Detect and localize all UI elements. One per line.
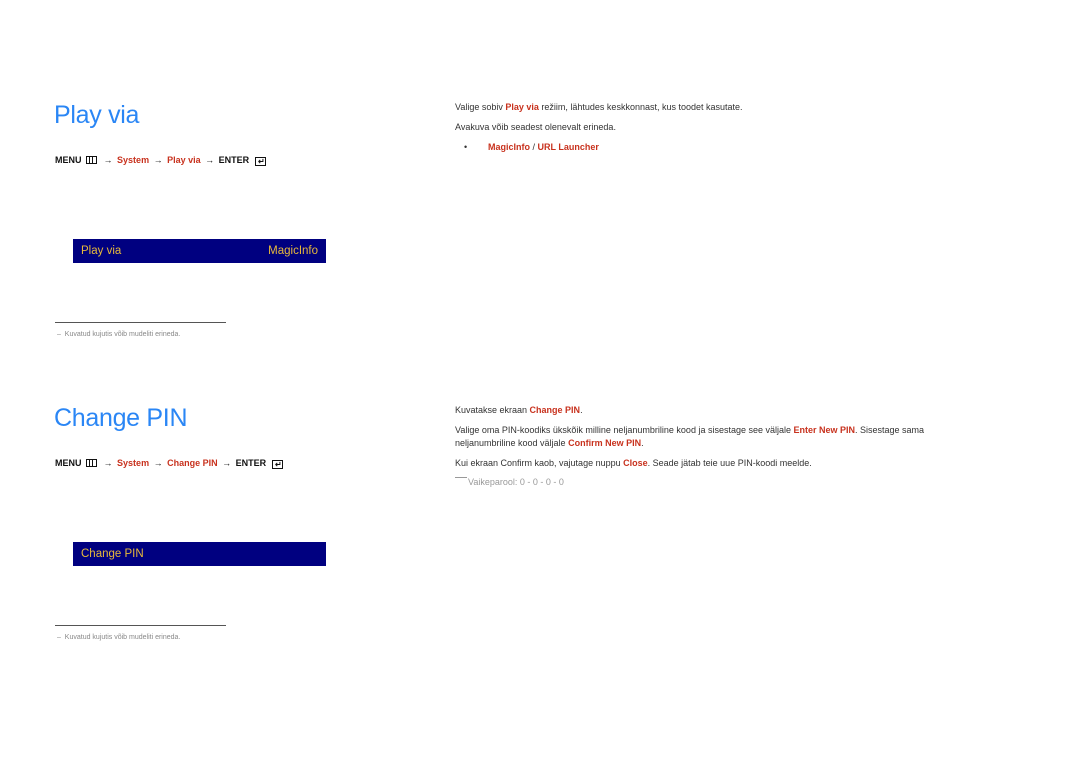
play-via-osd-bar[interactable]: Play via MagicInfo (73, 239, 326, 263)
text: Kui ekraan Confirm kaob, vajutage nuppu (455, 458, 624, 468)
enter-label: ENTER (218, 155, 250, 165)
change-pin-desc-p2: Valige oma PIN-koodiks ükskõik milline n… (455, 424, 985, 450)
footnote-divider (55, 625, 226, 626)
menu-label: MENU (55, 155, 82, 165)
bullet-icon: • (464, 142, 468, 152)
osd-value: MagicInfo (268, 245, 318, 257)
highlight-change-pin: Change PIN (529, 405, 581, 415)
menu-icon (86, 459, 98, 467)
footnote-dash: – (57, 634, 61, 641)
enter-icon: ↵ (271, 460, 283, 469)
option-magicinfo: MagicInfo (488, 142, 530, 152)
highlight-play-via: Play via (505, 102, 539, 112)
change-pin-desc-p1: Kuvatakse ekraan Change PIN. (455, 404, 985, 417)
footnote-text: Kuvatud kujutis võib mudeliti erineda. (64, 634, 181, 641)
text: Valige oma PIN-koodiks ükskõik milline n… (455, 425, 794, 435)
arrow-icon: → (222, 458, 232, 468)
text: . Seade jätab teie uue PIN-koodi meelde. (647, 458, 812, 468)
highlight-enter-new-pin: Enter New PIN (793, 425, 856, 435)
note-text: Vaikeparool: 0 - 0 - 0 - 0 (468, 477, 564, 487)
text: . (580, 405, 583, 415)
default-password-note: Vaikeparool: 0 - 0 - 0 - 0 (455, 476, 985, 489)
arrow-icon: → (153, 458, 163, 468)
footnote-text: Kuvatud kujutis võib mudeliti erineda. (64, 331, 181, 338)
change-pin-description: Kuvatakse ekraan Change PIN. Valige oma … (455, 404, 985, 489)
change-pin-title: Change PIN (54, 404, 188, 432)
arrow-icon: → (205, 155, 215, 165)
change-pin-desc-p3: Kui ekraan Confirm kaob, vajutage nuppu … (455, 457, 985, 470)
play-via-desc-line2: Avakuva võib seadest olenevalt erineda. (455, 122, 616, 132)
play-via-footnote: – Kuvatud kujutis võib mudeliti erineda. (57, 331, 180, 338)
highlight-confirm-new-pin: Confirm New PIN (568, 438, 642, 448)
option-url-launcher: URL Launcher (537, 142, 599, 152)
arrow-icon: → (153, 155, 163, 165)
text: Kuvatakse ekraan (455, 405, 530, 415)
change-pin-menu-path: MENU → System → Change PIN → ENTER ↵ (55, 457, 283, 469)
highlight-close: Close (623, 458, 648, 468)
text: režiim, lähtudes keskkonnast, kus toodet… (538, 102, 743, 112)
arrow-icon: → (103, 458, 113, 468)
play-via-desc-line1: Valige sobiv Play via režiim, lähtudes k… (455, 101, 743, 114)
menu-label: MENU (55, 458, 82, 468)
note-dash-icon (455, 477, 467, 478)
footnote-divider (55, 322, 226, 323)
menu-path-system: System (117, 155, 150, 165)
text: Valige sobiv (455, 102, 506, 112)
menu-path-play-via: Play via (167, 155, 201, 165)
enter-icon: ↵ (254, 157, 266, 166)
menu-icon (86, 156, 98, 164)
menu-path-system: System (117, 458, 150, 468)
play-via-title: Play via (54, 101, 140, 129)
osd-label: Change PIN (81, 548, 144, 560)
osd-label: Play via (81, 245, 122, 257)
play-via-options: • MagicInfo / URL Launcher (455, 141, 743, 154)
arrow-icon: → (103, 155, 113, 165)
menu-path-change-pin: Change PIN (167, 458, 218, 468)
play-via-description: Valige sobiv Play via režiim, lähtudes k… (455, 101, 743, 154)
change-pin-footnote: – Kuvatud kujutis võib mudeliti erineda. (57, 634, 180, 641)
option-separator: / (530, 142, 538, 152)
change-pin-osd-bar[interactable]: Change PIN (73, 542, 326, 566)
footnote-dash: – (57, 331, 61, 338)
text: . (641, 438, 644, 448)
enter-label: ENTER (235, 458, 267, 468)
play-via-menu-path: MENU → System → Play via → ENTER ↵ (55, 154, 266, 166)
